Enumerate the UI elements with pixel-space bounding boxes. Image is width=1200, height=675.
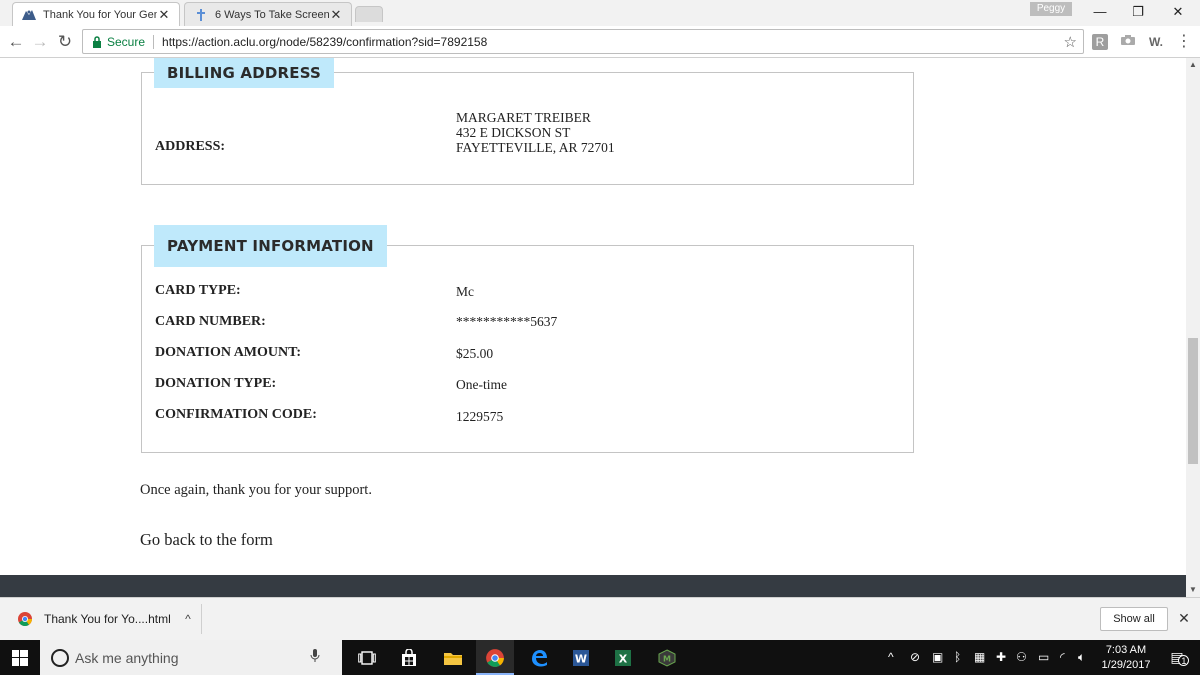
- card-type-label: CARD TYPE:: [155, 283, 241, 298]
- address-label: ADDRESS:: [155, 139, 226, 154]
- tray-monitor-icon[interactable]: ▣: [932, 650, 943, 664]
- extension-r-icon[interactable]: R: [1092, 34, 1108, 50]
- notification-count: 1: [1178, 655, 1190, 666]
- file-explorer-icon[interactable]: [434, 640, 472, 675]
- cortana-search-box[interactable]: Ask me anything: [40, 640, 342, 675]
- scroll-up-arrow-icon[interactable]: ▲: [1186, 58, 1200, 72]
- word-icon[interactable]: W: [562, 640, 600, 675]
- download-filename: Thank You for Yo....html: [44, 612, 171, 626]
- camera-icon[interactable]: [1118, 34, 1138, 50]
- cortana-circle-icon: [51, 648, 69, 667]
- thanks-message: Once again, thank you for your support.: [140, 482, 372, 498]
- donation-amount-label: DONATION AMOUNT:: [155, 345, 302, 360]
- tab-thank-you[interactable]: Thank You for Your Gene ✕: [12, 2, 180, 26]
- clock-date: 1/29/2017: [1101, 659, 1151, 671]
- download-shelf: Thank You for Yo....html ^ Show all ✕: [0, 597, 1200, 640]
- battery-icon[interactable]: ▭: [1038, 650, 1049, 664]
- excel-icon[interactable]: X: [604, 640, 642, 675]
- windows-taskbar: Ask me anything W X M ^ ⊘ ▣ ᛒ ▦ ✚ ⚇ ▭ ◜ …: [0, 640, 1200, 675]
- scrollbar-thumb[interactable]: [1188, 338, 1198, 464]
- confirmation-code-label: CONFIRMATION CODE:: [155, 407, 317, 422]
- new-tab-button[interactable]: [355, 6, 383, 22]
- window-close-button[interactable]: ✕: [1156, 2, 1200, 22]
- menu-icon[interactable]: ⋮: [1176, 33, 1192, 51]
- donation-type-value: One-time: [456, 377, 507, 392]
- tray-network-app-icon[interactable]: ▦: [974, 650, 985, 664]
- forward-arrow-icon[interactable]: →: [30, 32, 50, 52]
- reload-icon[interactable]: ↻: [55, 32, 75, 52]
- card-number-label: CARD NUMBER:: [155, 314, 266, 329]
- restore-button[interactable]: ❐: [1116, 2, 1160, 22]
- chrome-file-icon: [16, 610, 34, 628]
- extension-w-icon[interactable]: W.: [1144, 34, 1168, 50]
- shelf-close-icon[interactable]: ✕: [1174, 608, 1194, 628]
- taskbar-clock[interactable]: 7:03 AM 1/29/2017: [1098, 643, 1154, 673]
- tab-title: Thank You for Your Gene: [43, 8, 157, 21]
- page-footer: [0, 575, 1186, 597]
- address-line-street: 432 E DICKSON ST: [456, 125, 571, 140]
- back-to-form-link[interactable]: Go back to the form: [140, 530, 273, 550]
- page-viewport: BILLING ADDRESS ADDRESS: MARGARET TREIBE…: [0, 58, 1186, 597]
- download-item[interactable]: Thank You for Yo....html ^: [10, 604, 202, 634]
- volume-icon[interactable]: 🔈︎: [1078, 650, 1085, 665]
- address-line-city: FAYETTEVILLE, AR 72701: [456, 140, 615, 155]
- search-placeholder: Ask me anything: [75, 649, 179, 666]
- action-center-icon[interactable]: ▤ 1: [1160, 640, 1194, 675]
- profile-button[interactable]: Peggy: [1030, 2, 1072, 16]
- card-type-value: Mc: [456, 284, 474, 299]
- address-bar[interactable]: Secure https://action.aclu.org/node/5823…: [82, 29, 1084, 54]
- aclu-favicon-icon: [21, 8, 37, 22]
- tray-app-icon[interactable]: ⊘: [910, 650, 920, 664]
- tab-close-icon[interactable]: ✕: [329, 7, 343, 23]
- omnibox-divider: [153, 34, 155, 49]
- tab-screenshots[interactable]: 6 Ways To Take Screensh ✕: [184, 2, 352, 26]
- payment-information-heading: PAYMENT INFORMATION: [154, 225, 387, 267]
- wifi-icon[interactable]: ◜: [1060, 650, 1065, 664]
- svg-text:W: W: [575, 652, 587, 665]
- svg-text:M: M: [663, 654, 671, 663]
- edge-icon[interactable]: [520, 640, 558, 675]
- secure-label: Secure: [107, 34, 146, 49]
- tab-strip: Thank You for Your Gene ✕ 6 Ways To Take…: [0, 0, 1200, 26]
- billing-address-heading: BILLING ADDRESS: [154, 58, 335, 88]
- svg-text:X: X: [619, 652, 628, 665]
- clock-time: 7:03 AM: [1105, 644, 1147, 656]
- confirmation-code-value: 1229575: [456, 409, 504, 424]
- donation-type-label: DONATION TYPE:: [155, 376, 277, 391]
- address-line-name: MARGARET TREIBER: [456, 110, 591, 125]
- store-icon[interactable]: [390, 640, 428, 675]
- donation-amount-value: $25.00: [456, 346, 494, 361]
- minecraft-icon[interactable]: M: [648, 640, 686, 675]
- windows-start-icon[interactable]: [0, 640, 40, 675]
- bluetooth-icon[interactable]: ᛒ: [954, 650, 961, 664]
- tab-close-icon[interactable]: ✕: [157, 7, 171, 23]
- tray-chevron-up-icon[interactable]: ^: [888, 650, 894, 664]
- chevron-up-icon[interactable]: ^: [175, 612, 201, 626]
- card-number-value: ***********5637: [456, 314, 558, 329]
- tray-shield-icon[interactable]: ✚: [996, 650, 1006, 664]
- browser-toolbar: ← → ↻ Secure https://action.aclu.org/nod…: [0, 26, 1200, 58]
- scroll-down-arrow-icon[interactable]: ▼: [1186, 583, 1200, 597]
- tray-people-icon[interactable]: ⚇: [1016, 650, 1027, 664]
- cross-favicon-icon: [193, 8, 209, 22]
- vertical-scrollbar[interactable]: ▲ ▼: [1186, 58, 1200, 597]
- show-all-button[interactable]: Show all: [1100, 607, 1168, 631]
- lock-icon: [89, 35, 105, 48]
- task-view-icon[interactable]: [348, 640, 386, 675]
- tab-title: 6 Ways To Take Screensh: [215, 8, 329, 21]
- url-text[interactable]: https://action.aclu.org/node/58239/confi…: [162, 35, 487, 49]
- bookmark-star-icon[interactable]: ☆: [1064, 33, 1077, 51]
- address-value: MARGARET TREIBER 432 E DICKSON ST FAYETT…: [456, 110, 615, 155]
- microphone-icon[interactable]: [310, 649, 330, 666]
- chrome-taskbar-icon[interactable]: [476, 640, 514, 675]
- back-arrow-icon[interactable]: ←: [6, 32, 26, 52]
